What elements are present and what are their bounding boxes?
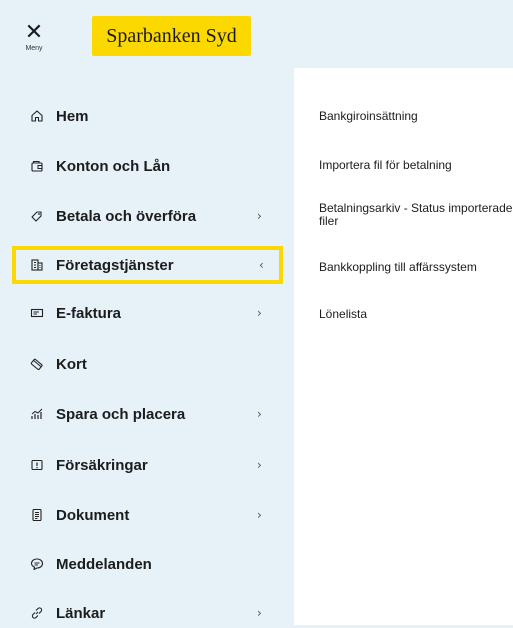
sidebar-item-label: Hem (56, 107, 89, 125)
sidebar-item-label: Länkar (56, 604, 106, 622)
sidebar-item-forsakringar[interactable]: Försäkringar › (22, 450, 272, 480)
sidebar-item-lankar[interactable]: Länkar › (22, 598, 272, 628)
chart-icon (28, 405, 46, 423)
submenu-item-bankkoppling[interactable]: Bankkoppling till affärssystem (319, 261, 513, 274)
sidebar-item-label: Dokument (56, 506, 130, 524)
chevron-right-icon: › (257, 606, 262, 620)
wallet-icon (28, 157, 46, 175)
close-icon: ✕ (24, 20, 44, 45)
tag-icon (28, 207, 46, 225)
sidebar-item-label: E-faktura (56, 304, 122, 322)
home-icon (28, 107, 46, 125)
card-icon (28, 355, 46, 373)
sidebar-item-label: Meddelanden (56, 555, 152, 573)
sidebar-item-label: Företagstjänster (56, 256, 174, 274)
sidebar-item-dokument[interactable]: Dokument › (22, 500, 272, 530)
document-icon (28, 506, 46, 524)
sidebar-item-spara[interactable]: Spara och placera › (22, 399, 272, 429)
sidebar-item-label: Konton och Lån (56, 157, 171, 175)
sidebar-item-betala[interactable]: Betala och överföra › (22, 201, 272, 231)
sidebar-item-kort[interactable]: Kort (22, 349, 272, 379)
sidebar-item-label: Kort (56, 355, 87, 373)
sidebar-nav: Hem Konton och Lån Betala och överföra ›… (0, 68, 294, 625)
chevron-right-icon: › (257, 508, 262, 522)
chevron-right-icon: › (257, 458, 262, 472)
brand-name: Sparbanken Syd (106, 24, 237, 47)
top-bar: ✕ Meny Sparbanken Syd (0, 0, 513, 68)
menu-button[interactable]: ✕ Meny (22, 20, 46, 53)
submenu-item-betalningsarkiv[interactable]: Betalningsarkiv - Status importerade fil… (319, 202, 513, 228)
chevron-right-icon: › (257, 407, 262, 421)
submenu-item-lonelista[interactable]: Lönelista (319, 308, 513, 321)
sidebar-item-foretagstjanster[interactable]: Företagstjänster ‹ (12, 246, 283, 284)
invoice-icon (28, 304, 46, 322)
submenu-item-bankgiroinsattning[interactable]: Bankgiroinsättning (319, 110, 513, 123)
menu-label: Meny (25, 45, 43, 52)
chevron-left-icon: ‹ (259, 258, 264, 272)
link-icon (28, 604, 46, 622)
sidebar-item-hem[interactable]: Hem (22, 101, 272, 131)
brand-logo[interactable]: Sparbanken Syd (92, 16, 251, 56)
sidebar-item-label: Försäkringar (56, 456, 148, 474)
sidebar-item-efaktura[interactable]: E-faktura › (22, 298, 272, 328)
sidebar-item-meddelanden[interactable]: Meddelanden (22, 549, 272, 579)
sidebar-item-label: Betala och överföra (56, 207, 197, 225)
building-icon (28, 256, 46, 274)
sidebar-item-label: Spara och placera (56, 405, 186, 423)
chat-icon (28, 555, 46, 573)
chevron-right-icon: › (257, 306, 262, 320)
submenu-panel: Bankgiroinsättning Importera fil för bet… (294, 68, 513, 625)
sidebar-item-konton[interactable]: Konton och Lån (22, 151, 272, 181)
shield-icon (28, 456, 46, 474)
submenu-item-importera-fil[interactable]: Importera fil för betalning (319, 159, 513, 172)
chevron-right-icon: › (257, 209, 262, 223)
